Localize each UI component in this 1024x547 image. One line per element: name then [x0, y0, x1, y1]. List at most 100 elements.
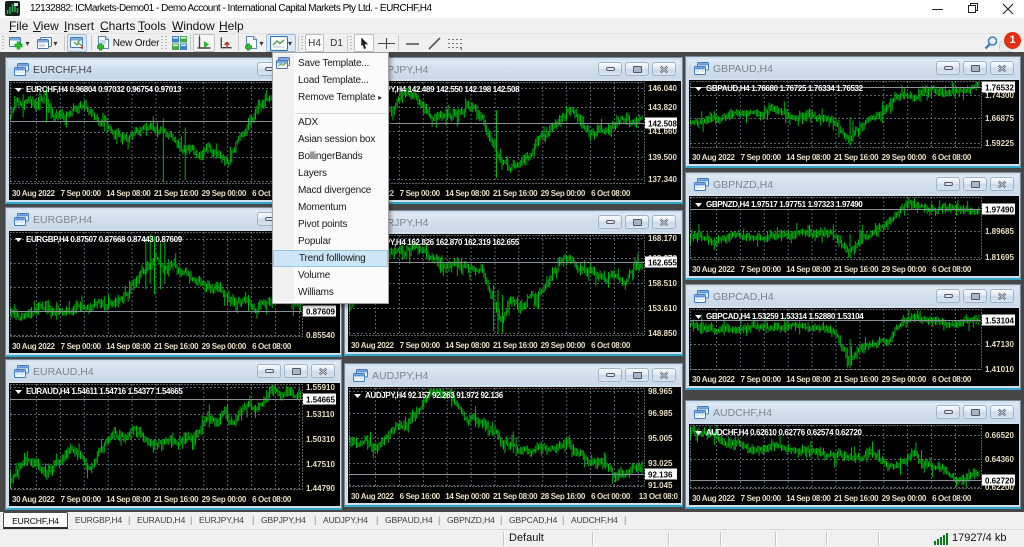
svg-text:14 Sep 08:00: 14 Sep 08:00: [106, 189, 151, 198]
svg-text:7 Sep 00:00: 7 Sep 00:00: [400, 189, 441, 198]
svg-text:6 Oct 08:00: 6 Oct 08:00: [591, 341, 631, 350]
svg-text:143.820: 143.820: [648, 103, 677, 112]
svg-text:146.040: 146.040: [648, 84, 677, 93]
svg-text:93.025: 93.025: [648, 459, 673, 468]
svg-text:1.89685: 1.89685: [985, 227, 1014, 236]
svg-text:GBPAUD,H4 1.76680 1.76725 1.7: GBPAUD,H4 1.76680 1.76725 1.76334 1.7653…: [706, 84, 864, 93]
svg-text:29 Sep 00:00: 29 Sep 00:00: [882, 375, 927, 384]
svg-text:21 Sep 16:00: 21 Sep 16:00: [834, 153, 879, 162]
svg-text:GBPCAD,H4 1.53259 1.53314 1.5: GBPCAD,H4 1.53259 1.53314 1.52880 1.5310…: [706, 312, 864, 321]
svg-text:142.508: 142.508: [648, 120, 677, 129]
svg-text:1.50310: 1.50310: [306, 435, 335, 444]
svg-text:29 Sep 00:00: 29 Sep 00:00: [202, 342, 247, 351]
svg-text:7 Sep 00:00: 7 Sep 00:00: [741, 153, 782, 162]
svg-text:1.66875: 1.66875: [985, 114, 1014, 123]
svg-text:7 Sep 00:00: 7 Sep 00:00: [741, 265, 782, 274]
svg-text:14 Sep 08:00: 14 Sep 08:00: [786, 153, 831, 162]
svg-text:21 Sep 08:00: 21 Sep 08:00: [493, 492, 538, 501]
svg-text:14 Sep 08:00: 14 Sep 08:00: [106, 495, 151, 504]
svg-text:21 Sep 16:00: 21 Sep 16:00: [834, 375, 879, 384]
svg-text:0.87609: 0.87609: [306, 308, 335, 317]
svg-text:1.47130: 1.47130: [985, 340, 1014, 349]
svg-text:6 Oct 08:00: 6 Oct 08:00: [932, 265, 972, 274]
svg-text:GBPNZD,H4 1.97517 1.97751 1.9: GBPNZD,H4 1.97517 1.97751 1.97323 1.9749…: [706, 200, 863, 209]
svg-text:7 Sep 00:00: 7 Sep 00:00: [400, 341, 441, 350]
svg-text:14 Sep 08:00: 14 Sep 08:00: [786, 375, 831, 384]
svg-text:137.340: 137.340: [648, 175, 677, 184]
svg-text:6 Oct 08:00: 6 Oct 08:00: [252, 342, 292, 351]
svg-text:91.045: 91.045: [648, 481, 673, 490]
svg-text:6 Oct 08:00: 6 Oct 08:00: [932, 153, 972, 162]
svg-text:6 Oct 08:00: 6 Oct 08:00: [932, 494, 972, 503]
svg-text:1.76532: 1.76532: [985, 84, 1014, 93]
svg-text:21 Sep 16:00: 21 Sep 16:00: [493, 189, 538, 198]
svg-text:14 Sep 08:00: 14 Sep 08:00: [106, 342, 151, 351]
svg-text:1.81695: 1.81695: [985, 253, 1014, 262]
svg-text:1.55910: 1.55910: [306, 383, 335, 392]
svg-text:29 Sep 00:00: 29 Sep 00:00: [882, 153, 927, 162]
svg-text:14 Sep 08:00: 14 Sep 08:00: [445, 341, 490, 350]
svg-text:21 Sep 16:00: 21 Sep 16:00: [493, 341, 538, 350]
svg-text:21 Sep 16:00: 21 Sep 16:00: [834, 494, 879, 503]
svg-text:21 Sep 16:00: 21 Sep 16:00: [154, 342, 199, 351]
svg-text:30 Aug 2022: 30 Aug 2022: [692, 375, 735, 384]
svg-text:21 Sep 16:00: 21 Sep 16:00: [834, 265, 879, 274]
svg-text:29 Sep 00:00: 29 Sep 00:00: [882, 494, 927, 503]
svg-text:1.54665: 1.54665: [306, 396, 335, 405]
svg-text:7 Sep 00:00: 7 Sep 00:00: [61, 189, 102, 198]
svg-text:168.170: 168.170: [648, 234, 677, 243]
svg-text:1.53110: 1.53110: [306, 410, 335, 419]
svg-text:AUDCHF,H4 0.62610 0.62776 0.6: AUDCHF,H4 0.62610 0.62776 0.62574 0.6272…: [706, 428, 862, 437]
svg-text:0.62720: 0.62720: [985, 477, 1014, 486]
svg-text:0.85540: 0.85540: [306, 331, 335, 340]
svg-text:6 Oct 00:00: 6 Oct 00:00: [591, 492, 631, 501]
svg-text:7 Sep 00:00: 7 Sep 00:00: [741, 375, 782, 384]
svg-text:96.985: 96.985: [648, 409, 673, 418]
svg-text:30 Aug 2022: 30 Aug 2022: [351, 492, 394, 501]
svg-text:6 Oct 08:00: 6 Oct 08:00: [932, 375, 972, 384]
svg-text:EURAUD,H4 1.54611 1.54716 1.5: EURAUD,H4 1.54611 1.54716 1.54377 1.5466…: [26, 387, 183, 396]
svg-text:1.59225: 1.59225: [985, 139, 1014, 148]
svg-text:148.850: 148.850: [648, 329, 677, 338]
svg-text:AUDJPY,H4 92.157 92.263 91.97: AUDJPY,H4 92.157 92.263 91.972 92.136: [365, 391, 504, 400]
svg-text:139.500: 139.500: [648, 153, 677, 162]
svg-text:30 Aug 2022: 30 Aug 2022: [692, 153, 735, 162]
svg-text:1.53104: 1.53104: [985, 317, 1014, 326]
svg-text:21 Sep 16:00: 21 Sep 16:00: [154, 495, 199, 504]
svg-text:153.610: 153.610: [648, 304, 677, 313]
svg-text:EURGBP,H4 0.87507 0.87668 0.8: EURGBP,H4 0.87507 0.87668 0.87443 0.8760…: [26, 235, 183, 244]
svg-text:7 Sep 00:00: 7 Sep 00:00: [741, 494, 782, 503]
svg-text:6 Oct 08:00: 6 Oct 08:00: [252, 495, 292, 504]
svg-text:92.136: 92.136: [648, 471, 673, 480]
svg-text:14 Sep 00:00: 14 Sep 00:00: [445, 492, 490, 501]
svg-text:29 Sep 00:00: 29 Sep 00:00: [541, 341, 586, 350]
svg-text:158.510: 158.510: [648, 279, 677, 288]
svg-text:14 Sep 08:00: 14 Sep 08:00: [445, 189, 490, 198]
svg-text:14 Sep 08:00: 14 Sep 08:00: [786, 494, 831, 503]
svg-text:1.44790: 1.44790: [306, 484, 335, 493]
svg-text:29 Sep 00:00: 29 Sep 00:00: [882, 265, 927, 274]
svg-text:29 Sep 00:00: 29 Sep 00:00: [202, 189, 247, 198]
svg-text:0.66520: 0.66520: [985, 431, 1014, 440]
svg-text:95.005: 95.005: [648, 434, 673, 443]
svg-text:1.97490: 1.97490: [985, 206, 1014, 215]
svg-text:28 Sep 16:00: 28 Sep 16:00: [541, 492, 586, 501]
svg-text:21 Sep 16:00: 21 Sep 16:00: [154, 189, 199, 198]
svg-text:30 Aug 2022: 30 Aug 2022: [351, 341, 394, 350]
svg-text:30 Aug 2022: 30 Aug 2022: [12, 495, 55, 504]
svg-text:7 Sep 00:00: 7 Sep 00:00: [61, 342, 102, 351]
svg-text:6 Oct 08:00: 6 Oct 08:00: [591, 189, 631, 198]
svg-text:98.965: 98.965: [648, 387, 673, 396]
svg-text:29 Sep 00:00: 29 Sep 00:00: [541, 189, 586, 198]
svg-text:1.47510: 1.47510: [306, 460, 335, 469]
svg-text:0.64360: 0.64360: [985, 455, 1014, 464]
svg-text:14 Sep 08:00: 14 Sep 08:00: [786, 265, 831, 274]
svg-text:30 Aug 2022: 30 Aug 2022: [12, 189, 55, 198]
svg-text:30 Aug 2022: 30 Aug 2022: [692, 265, 735, 274]
svg-text:29 Sep 00:00: 29 Sep 00:00: [202, 495, 247, 504]
svg-text:13 Oct 08:0: 13 Oct 08:0: [639, 492, 679, 501]
svg-text:30 Aug 2022: 30 Aug 2022: [12, 342, 55, 351]
svg-text:30 Aug 2022: 30 Aug 2022: [692, 494, 735, 503]
svg-text:EURCHF,H4 0.96804 0.97032 0.9: EURCHF,H4 0.96804 0.97032 0.96754 0.9701…: [26, 85, 182, 94]
svg-text:7 Sep 00:00: 7 Sep 00:00: [61, 495, 102, 504]
